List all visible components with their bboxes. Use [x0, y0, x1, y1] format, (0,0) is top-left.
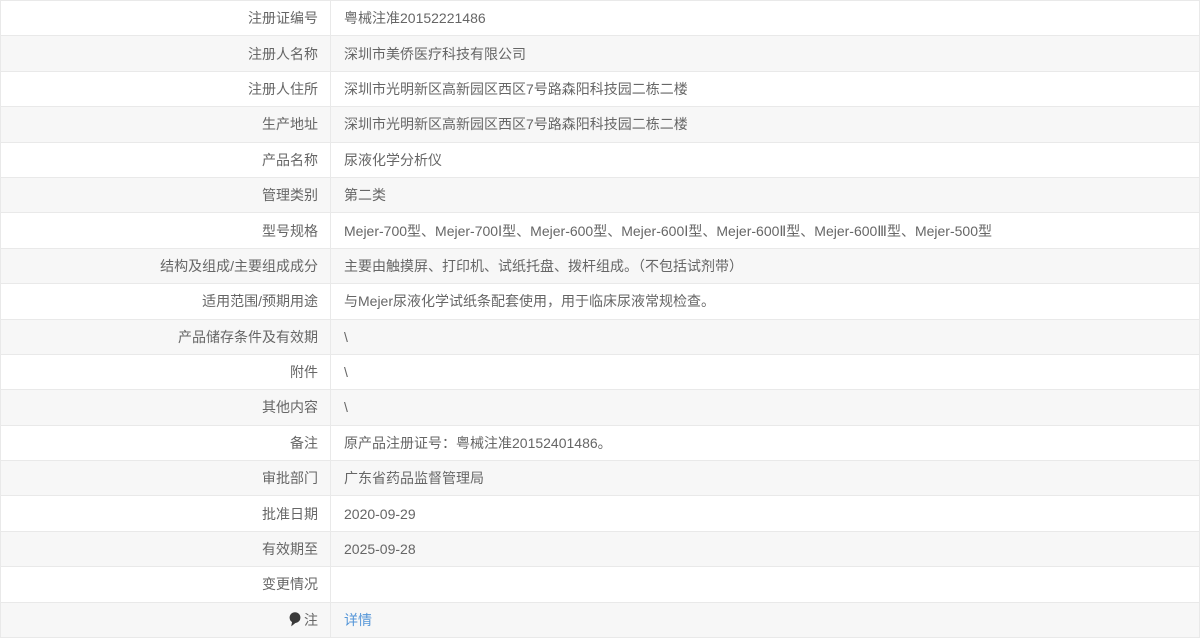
row-label: 产品名称	[1, 142, 331, 177]
row-label-text: 变更情况	[262, 576, 318, 593]
row-value: 2025-09-28	[331, 532, 1199, 566]
row-value: 尿液化学分析仪	[331, 143, 1199, 177]
row-value-text: 广东省药品监督管理局	[344, 470, 484, 487]
row-label-text: 型号规格	[262, 222, 318, 239]
row-label: 有效期至	[1, 531, 331, 567]
row-label-text: 批准日期	[262, 505, 318, 522]
row-value-text: 原产品注册证号：粤械注准20152401486。	[344, 434, 612, 451]
row-label-text: 注册人住所	[248, 80, 318, 97]
row-label-text: 审批部门	[262, 470, 318, 487]
row-value-text: 深圳市光明新区高新园区西区7号路森阳科技园二栋二楼	[344, 116, 688, 133]
row-value: Mejer-700型、Mejer-700Ⅰ型、Mejer-600型、Mejer-…	[331, 213, 1199, 247]
row-value: 详情	[331, 603, 1199, 637]
row-value: 与Mejer尿液化学试纸条配套使用，用于临床尿液常规检查。	[331, 284, 1199, 318]
table-row: 审批部门 广东省药品监督管理局	[1, 461, 1199, 497]
row-label-text: 注册证编号	[248, 10, 318, 27]
row-label: 注册证编号	[1, 1, 331, 36]
row-value: 2020-09-29	[331, 496, 1199, 530]
row-value-text: \	[344, 399, 348, 416]
table-row: 注册证编号 粤械注准20152221486	[1, 1, 1199, 37]
row-label-text: 注册人名称	[248, 45, 318, 62]
table-row: 有效期至 2025-09-28	[1, 531, 1199, 568]
table-row: 注 详情	[1, 602, 1199, 638]
row-value-text: 第二类	[344, 187, 386, 204]
row-label-text: 适用范围/预期用途	[202, 293, 318, 310]
row-label-text: 结构及组成/主要组成成分	[160, 257, 318, 274]
row-value-text: 深圳市光明新区高新园区西区7号路森阳科技园二栋二楼	[344, 80, 688, 97]
table-row: 产品储存条件及有效期 \	[1, 319, 1199, 355]
row-value-text: \	[344, 328, 348, 345]
table-row: 批准日期 2020-09-29	[1, 496, 1199, 532]
table-row: 变更情况	[1, 567, 1199, 603]
row-label-text: 产品储存条件及有效期	[178, 328, 318, 345]
row-label: 其他内容	[1, 390, 331, 425]
row-value: 粤械注准20152221486	[331, 1, 1199, 35]
row-value-text: 主要由触摸屏、打印机、试纸托盘、拨杆组成。（不包括试剂带）	[344, 257, 743, 274]
table-row: 型号规格 Mejer-700型、Mejer-700Ⅰ型、Mejer-600型、M…	[1, 213, 1199, 249]
row-label: 型号规格	[1, 213, 331, 248]
row-label: 适用范围/预期用途	[1, 284, 331, 319]
row-label: 变更情况	[1, 567, 331, 602]
row-value	[331, 567, 1199, 601]
row-value: 原产品注册证号：粤械注准20152401486。	[331, 426, 1199, 460]
row-label: 批准日期	[1, 496, 331, 531]
row-value: \	[331, 320, 1199, 354]
row-value-text: 深圳市美侨医疗科技有限公司	[344, 45, 526, 62]
table-row: 注册人住所 深圳市光明新区高新园区西区7号路森阳科技园二栋二楼	[1, 71, 1199, 108]
row-value: 主要由触摸屏、打印机、试纸托盘、拨杆组成。（不包括试剂带）	[331, 249, 1199, 283]
device-registration-table: 注册证编号 粤械注准20152221486 注册人名称 深圳市美侨医疗科技有限公…	[0, 0, 1200, 638]
row-label: 注册人住所	[1, 71, 331, 107]
row-label: 注册人名称	[1, 36, 331, 71]
detail-link[interactable]: 详情	[344, 610, 372, 630]
table-row: 附件 \	[1, 354, 1199, 391]
row-value-text: 粤械注准20152221486	[344, 10, 486, 27]
row-label: 产品储存条件及有效期	[1, 319, 331, 354]
row-label: 备注	[1, 425, 331, 461]
row-value: \	[331, 355, 1199, 389]
row-label: 结构及组成/主要组成成分	[1, 248, 331, 284]
table-row: 结构及组成/主要组成成分 主要由触摸屏、打印机、试纸托盘、拨杆组成。（不包括试剂…	[1, 248, 1199, 285]
row-value-text: Mejer-700型、Mejer-700Ⅰ型、Mejer-600型、Mejer-…	[344, 222, 992, 239]
row-label-text: 附件	[290, 364, 318, 381]
row-value-text: 2020-09-29	[344, 505, 416, 522]
table-row: 其他内容 \	[1, 390, 1199, 426]
table-row: 备注 原产品注册证号：粤械注准20152401486。	[1, 425, 1199, 462]
row-value-text: 尿液化学分析仪	[344, 151, 442, 168]
row-label: 审批部门	[1, 461, 331, 496]
table-row: 管理类别 第二类	[1, 177, 1199, 214]
row-label-text: 生产地址	[262, 116, 318, 133]
row-value-text: 与Mejer尿液化学试纸条配套使用，用于临床尿液常规检查。	[344, 293, 716, 310]
row-label: 生产地址	[1, 107, 331, 142]
row-label-text: 其他内容	[262, 399, 318, 416]
table-row: 生产地址 深圳市光明新区高新园区西区7号路森阳科技园二栋二楼	[1, 107, 1199, 143]
row-label: 附件	[1, 354, 331, 390]
row-value: 深圳市光明新区高新园区西区7号路森阳科技园二栋二楼	[331, 107, 1199, 141]
table-row: 适用范围/预期用途 与Mejer尿液化学试纸条配套使用，用于临床尿液常规检查。	[1, 284, 1199, 320]
row-label-text: 产品名称	[262, 151, 318, 168]
row-value: 深圳市光明新区高新园区西区7号路森阳科技园二栋二楼	[331, 72, 1199, 106]
table-row: 产品名称 尿液化学分析仪	[1, 142, 1199, 178]
row-label: 注	[1, 602, 331, 638]
row-label-text: 有效期至	[262, 541, 318, 558]
row-label-text: 备注	[290, 434, 318, 451]
row-value: 第二类	[331, 178, 1199, 212]
row-value: \	[331, 390, 1199, 424]
row-value: 广东省药品监督管理局	[331, 461, 1199, 495]
row-label-text: 管理类别	[262, 187, 318, 204]
row-label: 管理类别	[1, 177, 331, 213]
note-balloon-icon	[289, 612, 301, 627]
row-value-text: \	[344, 364, 348, 381]
row-value-text: 2025-09-28	[344, 541, 416, 558]
table-row: 注册人名称 深圳市美侨医疗科技有限公司	[1, 36, 1199, 72]
row-label-text: 注	[304, 611, 318, 628]
row-value: 深圳市美侨医疗科技有限公司	[331, 36, 1199, 70]
